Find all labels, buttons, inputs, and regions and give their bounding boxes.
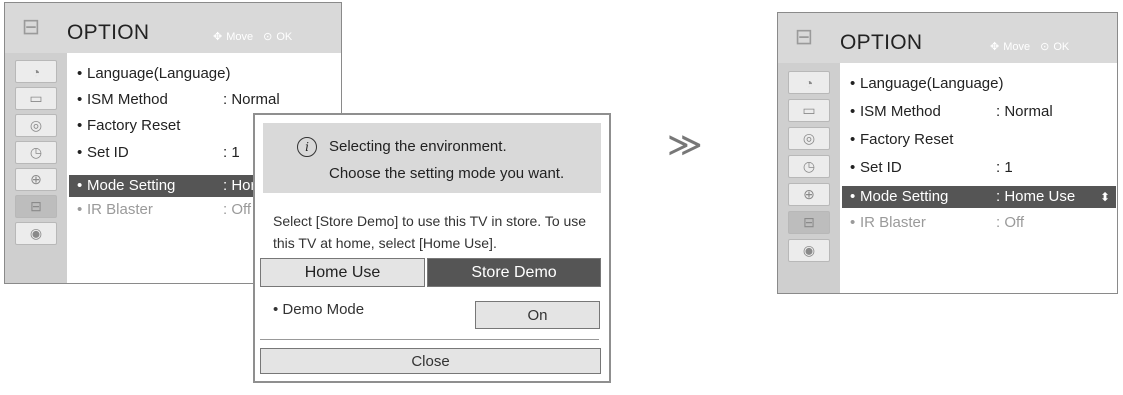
menu-item-ir-blaster[interactable]: • IR Blaster: Off xyxy=(77,199,251,221)
menu-item-ir-blaster[interactable]: • IR Blaster: Off xyxy=(850,212,1024,234)
menu-item-language[interactable]: • Language(Language) xyxy=(850,73,1003,95)
menu-title: OPTION xyxy=(67,21,150,44)
mode-setting-dialog: i Selecting the environment. Choose the … xyxy=(253,113,611,383)
globe-icon[interactable]: ◉ xyxy=(788,239,830,262)
menu-header: ⊟ OPTION ✥ Move ⊙ OK xyxy=(5,3,341,53)
divider xyxy=(260,339,599,340)
demo-mode-label: • Demo Mode xyxy=(273,301,365,318)
home-use-button[interactable]: Home Use xyxy=(260,258,425,287)
disc-icon[interactable]: ◔ xyxy=(15,60,57,83)
dialog-line-2: Choose the setting mode you want. xyxy=(329,165,565,182)
option-menu-right: ⊟ OPTION ✥ Move ⊙ OK ◔ ▭ ◎ ◷ ⊕ ⊟ ◉ • Lang… xyxy=(777,12,1118,294)
menu-item-language[interactable]: • Language(Language) xyxy=(77,63,230,85)
move-icon: ✥ xyxy=(213,31,223,43)
menu-item-set-id[interactable]: • Set ID: 1 xyxy=(77,142,240,164)
dialog-description: Select [Store Demo] to use this TV in st… xyxy=(273,213,587,251)
option-icon: ⊟ xyxy=(794,24,814,49)
menu-item-ism-method[interactable]: • ISM Method: Normal xyxy=(77,89,280,111)
ok-icon: ⊙ xyxy=(1040,41,1050,53)
move-icon: ✥ xyxy=(990,41,1000,53)
dialog-line-1: Selecting the environment. xyxy=(329,138,507,155)
lock-icon[interactable]: ⊕ xyxy=(15,168,57,191)
transition-arrow-icon: ≫ xyxy=(667,126,703,164)
category-sidebar: ◔ ▭ ◎ ◷ ⊕ ⊟ ◉ xyxy=(5,53,67,283)
disc-icon[interactable]: ◔ xyxy=(788,71,830,94)
clock-icon[interactable]: ◷ xyxy=(788,155,830,178)
menu-header: ⊟ OPTION ✥ Move ⊙ OK xyxy=(778,13,1117,63)
up-down-icon: ⬍ xyxy=(1099,190,1110,204)
globe-icon[interactable]: ◉ xyxy=(15,222,57,245)
menu-title: OPTION xyxy=(840,31,923,54)
info-icon: i xyxy=(297,137,317,157)
speaker-icon[interactable]: ◎ xyxy=(788,127,830,150)
option-icon[interactable]: ⊟ xyxy=(15,195,57,218)
speaker-icon[interactable]: ◎ xyxy=(15,114,57,137)
hint-move-label: Move xyxy=(1003,40,1031,53)
store-demo-button[interactable]: Store Demo xyxy=(427,258,601,287)
demo-mode-value[interactable]: On xyxy=(475,301,600,329)
clock-icon[interactable]: ◷ xyxy=(15,141,57,164)
menu-item-mode-setting[interactable]: • Mode Setting: Home Use ⬍ xyxy=(842,186,1116,208)
hint-ok-label: OK xyxy=(1053,40,1070,53)
option-icon: ⊟ xyxy=(21,14,41,39)
ok-icon: ⊙ xyxy=(263,31,273,43)
category-sidebar: ◔ ▭ ◎ ◷ ⊕ ⊟ ◉ xyxy=(778,63,840,293)
menu-item-set-id[interactable]: • Set ID: 1 xyxy=(850,157,1013,179)
dialog-header: i Selecting the environment. Choose the … xyxy=(263,123,601,193)
monitor-icon[interactable]: ▭ xyxy=(15,87,57,110)
menu-item-factory-reset[interactable]: • Factory Reset xyxy=(850,129,953,151)
option-icon[interactable]: ⊟ xyxy=(788,211,830,234)
hint-ok-label: OK xyxy=(276,30,293,43)
monitor-icon[interactable]: ▭ xyxy=(788,99,830,122)
menu-item-ism-method[interactable]: • ISM Method: Normal xyxy=(850,101,1053,123)
navigation-hint: ✥ Move ⊙ OK xyxy=(213,30,293,44)
menu-item-factory-reset[interactable]: • Factory Reset xyxy=(77,115,180,137)
close-button[interactable]: Close xyxy=(260,348,601,374)
navigation-hint: ✥ Move ⊙ OK xyxy=(990,40,1070,54)
lock-icon[interactable]: ⊕ xyxy=(788,183,830,206)
hint-move-label: Move xyxy=(226,30,254,43)
